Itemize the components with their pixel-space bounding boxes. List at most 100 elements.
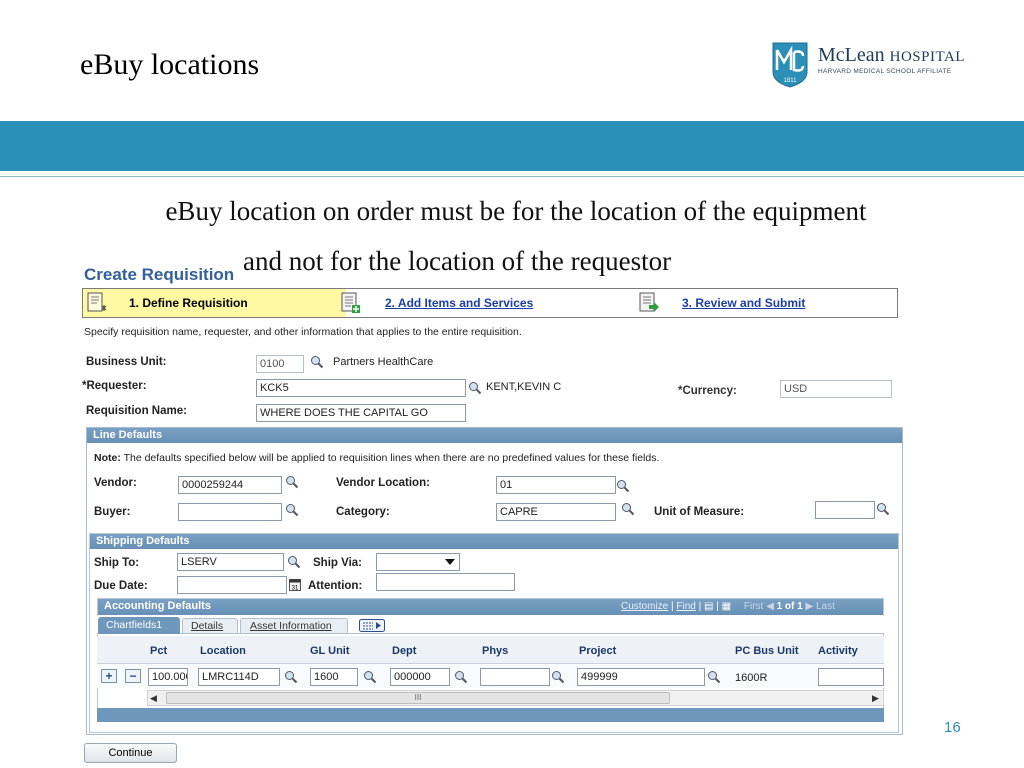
location-field[interactable]: LMRC114D xyxy=(198,668,280,686)
step-label-1: 1. Define Requisition xyxy=(129,296,248,310)
requisition-name-label: Requisition Name: xyxy=(86,405,187,417)
business-unit-field[interactable]: 0100 xyxy=(256,355,304,373)
grid-icon[interactable]: ▦ xyxy=(722,601,731,612)
lookup-icon[interactable] xyxy=(616,479,630,493)
vendor-label: Vendor: xyxy=(94,477,137,489)
scroll-right-icon[interactable]: ▶ xyxy=(872,693,879,704)
vendor-location-field[interactable]: 01 xyxy=(496,476,616,494)
currency-label: *Currency: xyxy=(678,385,737,397)
divider xyxy=(0,176,1024,177)
lookup-icon[interactable] xyxy=(551,670,565,684)
first-link[interactable]: First xyxy=(744,601,763,612)
ship-to-field[interactable]: LSERV xyxy=(177,553,284,571)
show-all-columns-icon[interactable] xyxy=(359,619,385,632)
define-requisition-icon xyxy=(87,292,107,312)
chevron-down-icon[interactable] xyxy=(445,559,455,565)
business-unit-label: Business Unit: xyxy=(86,356,167,368)
next-arrow-icon[interactable]: ▶ xyxy=(805,601,813,612)
delete-row-button[interactable]: − xyxy=(125,669,141,683)
column-header-location[interactable]: Location xyxy=(200,645,246,657)
logo-name: McLean xyxy=(818,44,885,66)
lookup-icon[interactable] xyxy=(454,670,468,684)
dept-field[interactable]: 000000 xyxy=(390,668,450,686)
shipping-defaults-header: Shipping Defaults xyxy=(90,534,898,549)
category-label: Category: xyxy=(336,506,390,518)
due-date-label: Due Date: xyxy=(94,580,148,592)
lookup-icon[interactable] xyxy=(468,381,482,395)
tab-chartfields1[interactable]: Chartfields1 xyxy=(98,617,180,634)
column-header-activity[interactable]: Activity xyxy=(818,645,858,657)
scroll-left-icon[interactable]: ◀ xyxy=(150,693,157,704)
pc-bus-unit-value: 1600R xyxy=(735,672,768,684)
unit-of-measure-label: Unit of Measure: xyxy=(654,506,745,518)
page-number: 16 xyxy=(944,719,961,736)
header-band xyxy=(0,121,1024,171)
pct-field[interactable]: 100.000 xyxy=(148,668,188,686)
column-header-project[interactable]: Project xyxy=(579,645,616,657)
due-date-field[interactable] xyxy=(177,576,287,594)
lookup-icon[interactable] xyxy=(310,355,324,369)
step-label-3[interactable]: 3. Review and Submit xyxy=(682,296,805,310)
gl-unit-field[interactable]: 1600 xyxy=(310,668,358,686)
column-header-pc-bus-unit[interactable]: PC Bus Unit xyxy=(735,645,799,657)
slide-title: eBuy locations xyxy=(80,48,260,81)
slide-subtitle-line2: and not for the location of the requesto… xyxy=(243,246,672,276)
last-link[interactable]: Last xyxy=(816,601,835,612)
lookup-icon[interactable] xyxy=(285,503,299,517)
row-range: 1 of 1 xyxy=(776,601,803,612)
vendor-field[interactable]: 0000259244 xyxy=(178,476,282,494)
column-header-dept[interactable]: Dept xyxy=(392,645,416,657)
svg-text:1811: 1811 xyxy=(784,78,798,84)
tab-details[interactable]: Details xyxy=(182,618,238,634)
add-row-button[interactable]: + xyxy=(101,669,117,683)
lookup-icon[interactable] xyxy=(284,670,298,684)
logo-tagline: HARVARD MEDICAL SCHOOL AFFILIATE xyxy=(818,68,952,75)
mclean-shield-icon: 1811 xyxy=(772,42,808,88)
lookup-icon[interactable] xyxy=(287,555,301,569)
continue-button[interactable]: Continue xyxy=(84,743,177,763)
requester-description: KENT,KEVIN C xyxy=(486,381,562,393)
accounting-footer-bar xyxy=(97,708,884,722)
logo-name2: HOSPITAL xyxy=(889,49,965,65)
step-define-requisition[interactable]: 1. Define Requisition xyxy=(83,289,346,317)
lookup-icon[interactable] xyxy=(707,670,721,684)
calendar-icon[interactable]: 31 xyxy=(289,579,301,591)
mclean-hospital-logo: 1811 McLean HOSPITAL HARVARD MEDICAL SCH… xyxy=(772,42,994,90)
column-header-phys[interactable]: Phys xyxy=(482,645,508,657)
attention-label: Attention: xyxy=(308,580,363,592)
unit-of-measure-field[interactable] xyxy=(815,501,875,519)
project-field[interactable]: 499999 xyxy=(577,668,705,686)
slide-subtitle-line1: eBuy location on order must be for the l… xyxy=(165,196,867,226)
lookup-icon[interactable] xyxy=(621,502,635,516)
line-defaults-note: Note: The defaults specified below will … xyxy=(94,452,660,464)
page-title: Create Requisition xyxy=(84,265,235,284)
scrollbar-thumb[interactable]: III xyxy=(166,692,670,704)
add-items-icon xyxy=(341,292,360,313)
step-train: 1. Define Requisition 2. Add Items and S… xyxy=(82,288,898,318)
lookup-icon[interactable] xyxy=(285,475,299,489)
step-label-2[interactable]: 2. Add Items and Services xyxy=(385,296,533,310)
activity-field[interactable] xyxy=(818,668,884,686)
buyer-label: Buyer: xyxy=(94,506,131,518)
tab-asset-information[interactable]: Asset Information xyxy=(240,618,348,634)
grid-navigation: Customize | Find | ▤ | ▦ First ◀ 1 of 1 … xyxy=(621,601,835,612)
column-header-pct[interactable]: Pct xyxy=(150,645,167,657)
lookup-icon[interactable] xyxy=(363,670,377,684)
requester-label: *Requester: xyxy=(82,380,147,392)
customize-link[interactable]: Customize xyxy=(621,601,668,612)
category-field[interactable]: CAPRE xyxy=(496,503,616,521)
attention-field[interactable] xyxy=(376,573,515,591)
ship-to-label: Ship To: xyxy=(94,557,140,569)
requester-field[interactable]: KCK5 xyxy=(256,379,466,397)
phys-field[interactable] xyxy=(480,668,550,686)
buyer-field[interactable] xyxy=(178,503,282,521)
column-header-gl-unit[interactable]: GL Unit xyxy=(310,645,350,657)
find-link[interactable]: Find xyxy=(676,601,695,612)
prev-arrow-icon[interactable]: ◀ xyxy=(766,601,774,612)
requisition-name-field[interactable]: WHERE DOES THE CAPITAL GO xyxy=(256,404,466,422)
svg-text:31: 31 xyxy=(292,586,299,592)
lookup-icon[interactable] xyxy=(876,502,890,516)
currency-field[interactable]: USD xyxy=(780,380,892,398)
business-unit-description: Partners HealthCare xyxy=(333,356,434,368)
view-all-icon[interactable]: ▤ xyxy=(704,601,713,612)
